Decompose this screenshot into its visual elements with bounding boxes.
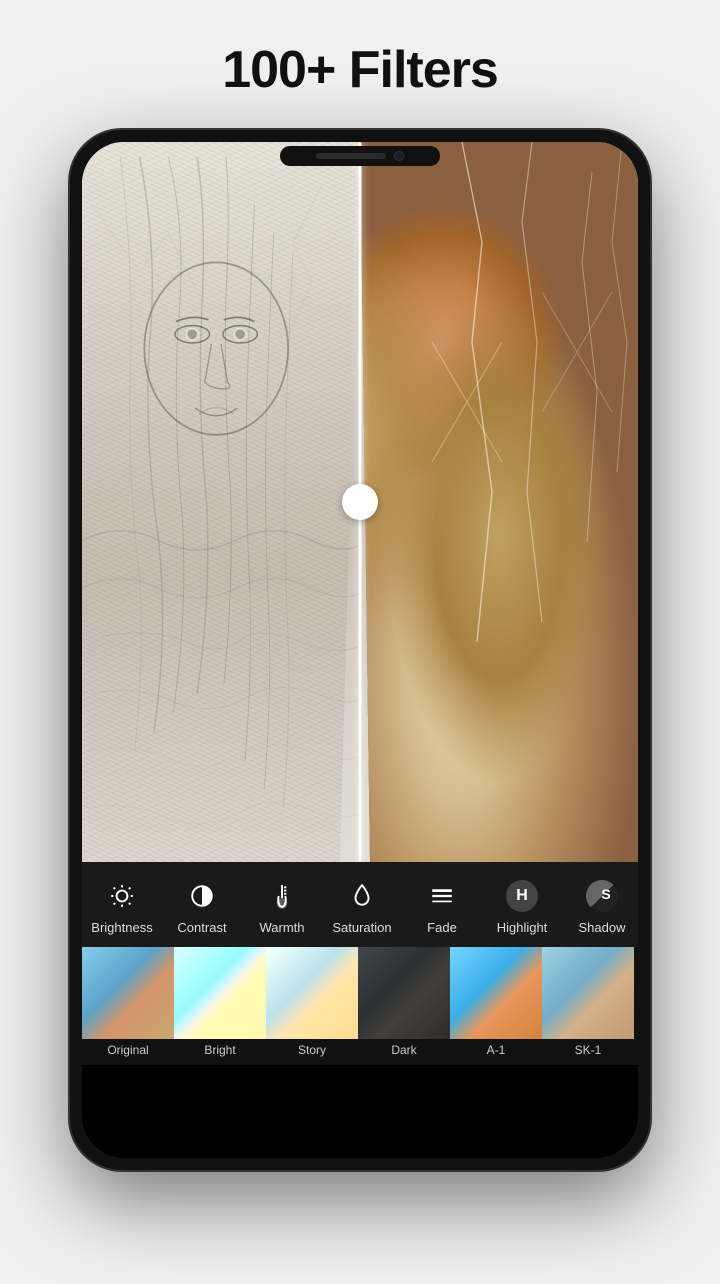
filter-thumb-bright: [174, 947, 266, 1039]
divider-handle[interactable]: [342, 484, 378, 520]
contrast-label: Contrast: [177, 920, 226, 935]
highlight-icon: H: [504, 878, 540, 914]
filter-label-original: Original: [107, 1039, 148, 1065]
filter-thumb-story: [266, 947, 358, 1039]
filter-label-story: Story: [298, 1039, 326, 1065]
brightness-icon: [104, 878, 140, 914]
filter-a1[interactable]: A-1: [450, 947, 542, 1065]
filter-dark[interactable]: Dark: [358, 947, 450, 1065]
shadow-s-text: S: [601, 886, 610, 902]
saturation-icon: [344, 878, 380, 914]
saturation-label: Saturation: [332, 920, 391, 935]
filter-original[interactable]: Original: [82, 947, 174, 1065]
filter-strip: Original Bright Story Dark A-1: [82, 947, 638, 1065]
page-title: 100+ Filters: [222, 40, 498, 100]
filter-label-sk1: SK-1: [575, 1039, 602, 1065]
phone-screen: Brightness Contrast: [82, 142, 638, 1158]
filter-bright[interactable]: Bright: [174, 947, 266, 1065]
tool-shadow[interactable]: S Shadow: [562, 878, 638, 935]
filter-thumb-sk1: [542, 947, 634, 1039]
highlight-h-text: H: [516, 887, 528, 905]
edit-toolbar: Brightness Contrast: [82, 862, 638, 947]
warmth-icon: [264, 878, 300, 914]
fade-icon: [424, 878, 460, 914]
phone-mockup: Brightness Contrast: [70, 130, 650, 1170]
phone-top-bar: [280, 146, 440, 166]
filter-thumb-dark: [358, 947, 450, 1039]
sketch-overlay: [82, 142, 360, 862]
filter-label-bright: Bright: [204, 1039, 235, 1065]
warmth-label: Warmth: [259, 920, 304, 935]
filter-thumb-a1: [450, 947, 542, 1039]
tool-highlight[interactable]: H Highlight: [482, 878, 562, 935]
shadow-icon: S: [584, 878, 620, 914]
tool-contrast[interactable]: Contrast: [162, 878, 242, 935]
shadow-label: Shadow: [579, 920, 626, 935]
tool-saturation[interactable]: Saturation: [322, 878, 402, 935]
filter-sk1[interactable]: SK-1: [542, 947, 634, 1065]
speaker-bar: [316, 153, 386, 159]
front-camera: [394, 151, 404, 161]
tool-warmth[interactable]: Warmth: [242, 878, 322, 935]
filter-story[interactable]: Story: [266, 947, 358, 1065]
tool-brightness[interactable]: Brightness: [82, 878, 162, 935]
filter-thumb-original: [82, 947, 174, 1039]
filter-label-a1: A-1: [487, 1039, 506, 1065]
highlight-label: Highlight: [497, 920, 548, 935]
fade-label: Fade: [427, 920, 457, 935]
filter-label-dark: Dark: [391, 1039, 416, 1065]
phone-shell: Brightness Contrast: [70, 130, 650, 1170]
brightness-label: Brightness: [91, 920, 152, 935]
photo-comparison[interactable]: [82, 142, 638, 862]
tool-fade[interactable]: Fade: [402, 878, 482, 935]
contrast-icon: [184, 878, 220, 914]
